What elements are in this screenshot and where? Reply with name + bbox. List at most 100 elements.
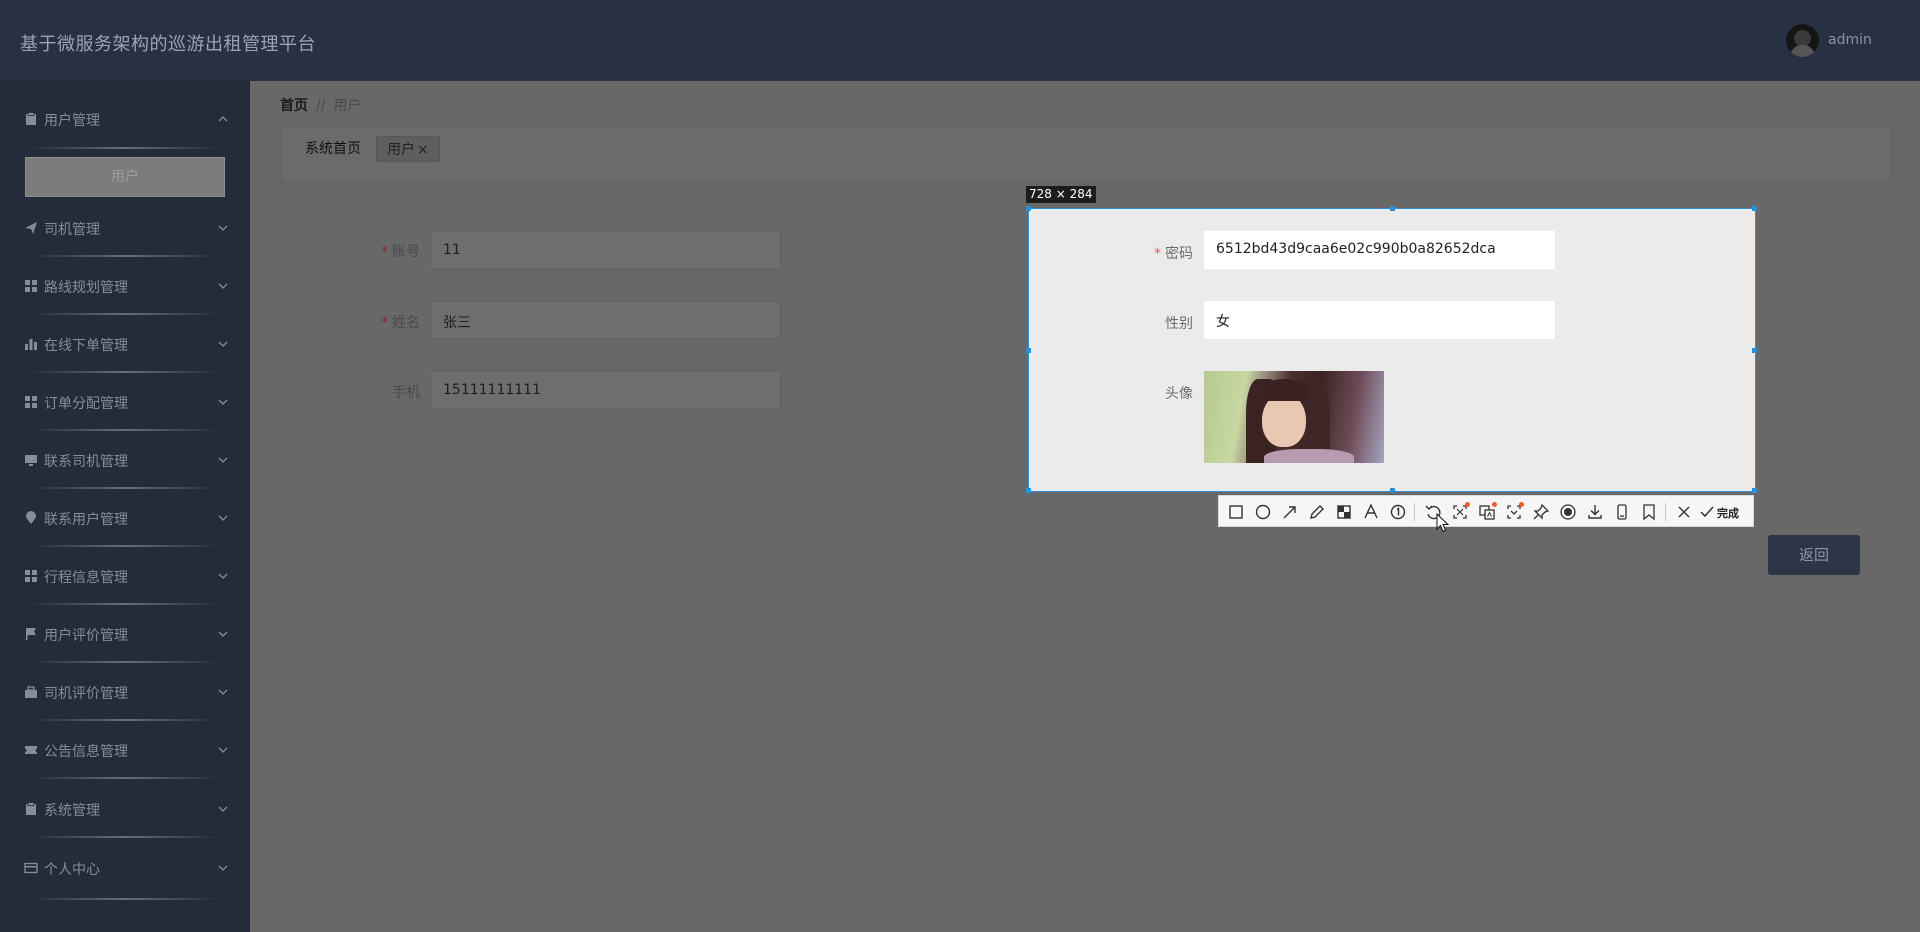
account-field[interactable]: 11 [430,231,781,269]
toolbar-separator [1414,503,1415,521]
name-field[interactable]: 张三 [430,301,781,339]
text-icon[interactable] [1361,502,1381,522]
ocr-icon[interactable] [1450,502,1470,522]
sidebar-item-contact-driver[interactable]: 联系司机管理 [0,440,250,480]
sidebar-item-label: 司机管理 [44,222,100,238]
sidebar-item-announcement[interactable]: 公告信息管理 [0,730,250,770]
breadcrumb-current: 用户 [333,98,362,114]
field-value: 女 [1216,314,1230,330]
divider [30,147,220,149]
sidebar-item-online-order[interactable]: 在线下单管理 [0,324,250,364]
bookmark-icon[interactable] [1639,502,1659,522]
required-mark: * [1154,246,1161,262]
sidebar-item-route-planning[interactable]: 路线规划管理 [0,266,250,306]
sidebar-subitem-label: 用户 [111,169,139,185]
app-title: 基于微服务架构的巡游出租管理平台 [20,34,316,55]
chevron-down-icon [218,225,228,231]
download-icon[interactable] [1585,502,1605,522]
sidebar-item-personal-center[interactable]: 个人中心 [0,848,250,888]
close-icon[interactable]: × [417,142,429,158]
tab-home[interactable]: 系统首页 [295,136,371,162]
mouse-cursor-icon [1436,513,1450,533]
chevron-down-icon [218,457,228,463]
record-icon[interactable] [1558,502,1578,522]
tab-label: 用户 [387,142,415,158]
user-name[interactable]: admin [1828,32,1872,48]
map-pin-icon [26,511,36,524]
chevron-up-icon [218,116,228,122]
resize-handle[interactable] [1752,206,1757,211]
sidebar-item-user-review[interactable]: 用户评价管理 [0,614,250,654]
badge-dot [1492,502,1497,507]
label-text: 手机 [392,385,420,401]
avatar[interactable] [1786,24,1819,57]
sidebar-item-label: 在线下单管理 [44,338,128,354]
phone-label: 手机 [330,382,420,402]
sidebar-item-label: 联系用户管理 [44,512,128,528]
sidebar-item-driver-review[interactable]: 司机评价管理 [0,672,250,712]
resize-handle[interactable] [1026,488,1031,493]
toolbar-separator [1665,503,1666,521]
label-text: 账号 [392,244,420,260]
chevron-down-icon [218,865,228,871]
number-icon[interactable] [1388,502,1408,522]
field-value: 6512bd43d9caa6e02c990b0a82652dca [1216,241,1496,257]
label-text: 性别 [1165,316,1193,332]
sidebar-item-label: 用户管理 [44,113,100,129]
resize-handle[interactable] [1390,488,1395,493]
phone-icon[interactable] [1612,502,1632,522]
divider [30,777,220,779]
badge-dot [1465,502,1470,507]
check-icon[interactable] [1697,502,1717,522]
scroll-capture-icon[interactable] [1504,502,1524,522]
divider [30,661,220,663]
divider [30,545,220,547]
chevron-down-icon [218,631,228,637]
sidebar-item-label: 订单分配管理 [44,396,128,412]
avatar-label: 头像 [1093,383,1193,403]
close-icon[interactable] [1674,502,1694,522]
sidebar-item-user-management[interactable]: 用户管理 [0,99,250,139]
pencil-icon[interactable] [1307,502,1327,522]
breadcrumb-home[interactable]: 首页 [280,98,308,114]
gender-field[interactable]: 女 [1204,301,1555,339]
resize-handle[interactable] [1752,348,1757,353]
sidebar-item-trip-info[interactable]: 行程信息管理 [0,556,250,596]
selection-size-label: 728 × 284 [1026,186,1096,203]
sidebar-item-contact-user[interactable]: 联系用户管理 [0,498,250,538]
translate-icon[interactable] [1477,502,1497,522]
grid-icon [25,570,37,582]
clipboard-icon [26,112,36,125]
sidebar-item-system-management[interactable]: 系统管理 [0,789,250,829]
password-field[interactable]: 6512bd43d9caa6e02c990b0a82652dca [1204,231,1555,269]
field-value: 张三 [443,315,471,331]
rectangle-icon[interactable] [1226,502,1246,522]
bar-chart-icon [25,339,37,350]
sidebar-item-driver-management[interactable]: 司机管理 [0,208,250,248]
done-button[interactable]: 完成 [1717,505,1739,521]
circle-icon[interactable] [1253,502,1273,522]
mosaic-icon[interactable] [1334,502,1354,522]
tab-label: 系统首页 [305,141,361,157]
back-button[interactable]: 返回 [1768,535,1860,575]
resize-handle[interactable] [1390,206,1395,211]
tabs-bar: 系统首页 用户 × [280,126,1892,182]
tab-user[interactable]: 用户 × [376,136,440,162]
sidebar-item-label: 路线规划管理 [44,280,128,296]
label-text: 头像 [1165,386,1193,402]
arrow-icon[interactable] [1280,502,1300,522]
phone-field[interactable]: 15111111111 [430,371,781,409]
sidebar-item-order-assignment[interactable]: 订单分配管理 [0,382,250,422]
label-text: 密码 [1165,246,1193,262]
resize-handle[interactable] [1026,348,1031,353]
sidebar-subitem-user[interactable]: 用户 [25,157,225,197]
chevron-down-icon [218,399,228,405]
resize-handle[interactable] [1752,488,1757,493]
chevron-down-icon [218,806,228,812]
divider [30,313,220,315]
selection-region[interactable]: * 密码 6512bd43d9caa6e02c990b0a82652dca 性别 … [1026,206,1757,493]
name-label: * 姓名 [330,312,420,332]
sidebar-item-label: 用户评价管理 [44,628,128,644]
resize-handle[interactable] [1026,206,1031,211]
pin-icon[interactable] [1531,502,1551,522]
